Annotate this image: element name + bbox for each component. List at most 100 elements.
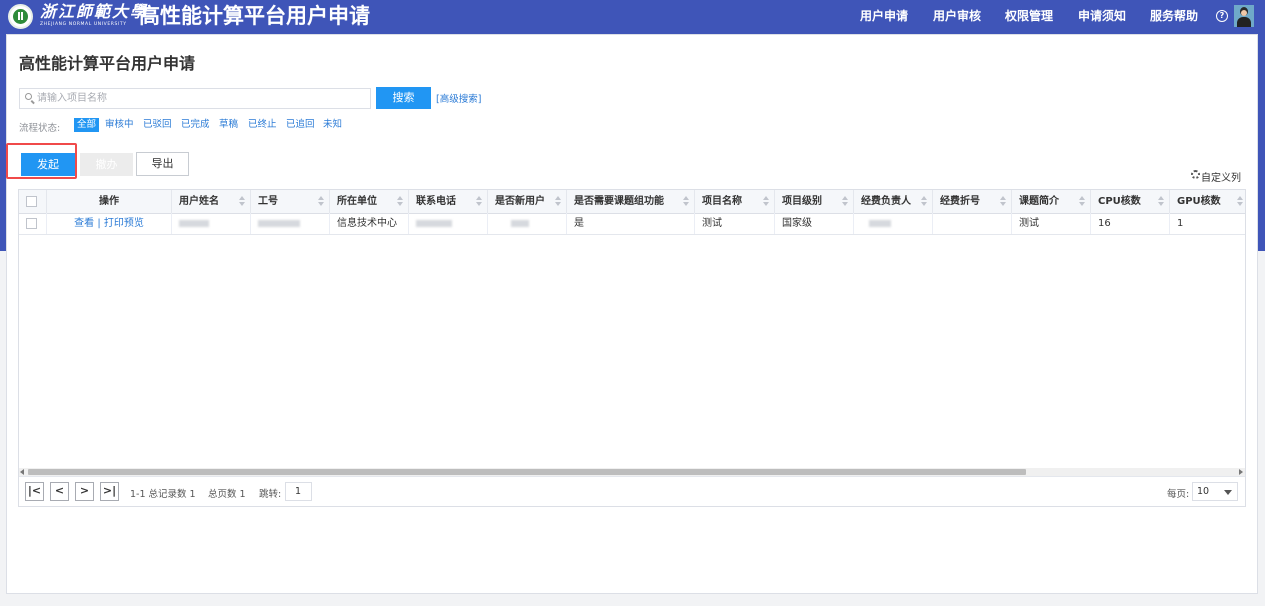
sort-icon[interactable] xyxy=(1158,196,1164,207)
per-page-label: 每页: xyxy=(1167,489,1190,500)
nav-user-review[interactable]: 用户审核 xyxy=(933,0,981,33)
redacted-value xyxy=(179,219,209,227)
scrollbar-thumb[interactable] xyxy=(28,469,1026,475)
column-header-staff-id[interactable]: 工号 xyxy=(251,190,330,213)
per-page-select[interactable]: 10 xyxy=(1192,482,1238,501)
gear-icon[interactable] xyxy=(1191,170,1200,179)
jump-label: 跳转: xyxy=(259,489,282,500)
sort-icon[interactable] xyxy=(318,196,324,207)
cell-project-level: 国家级 xyxy=(775,213,854,234)
table-row[interactable]: 查看 | 打印预览 信息技术中心 是 测试 国家级 测试 16 1 xyxy=(19,213,1245,235)
revoke-button[interactable]: 撤办 xyxy=(80,153,133,176)
column-header-phone[interactable]: 联系电话 xyxy=(409,190,488,213)
column-header-gpu[interactable]: GPU核数 xyxy=(1170,190,1245,213)
sort-icon[interactable] xyxy=(921,196,927,207)
sort-icon[interactable] xyxy=(555,196,561,207)
help-icon[interactable]: ? xyxy=(1216,10,1228,22)
search-button[interactable]: 搜索 xyxy=(376,87,431,109)
cell-budget-owner xyxy=(854,213,933,234)
filter-draft[interactable]: 草稿 xyxy=(219,118,238,132)
nav-service-help[interactable]: 服务帮助 xyxy=(1150,0,1198,33)
export-button[interactable]: 导出 xyxy=(136,152,189,176)
cell-gpu: 1 xyxy=(1170,213,1245,234)
filter-all[interactable]: 全部 xyxy=(74,118,100,132)
sort-icon[interactable] xyxy=(763,196,769,207)
sort-icon[interactable] xyxy=(1237,196,1243,207)
column-header-project-level[interactable]: 项目级别 xyxy=(775,190,854,213)
sort-icon[interactable] xyxy=(397,196,403,207)
cell-cpu: 16 xyxy=(1091,213,1170,234)
nav-application-notes[interactable]: 申请须知 xyxy=(1078,0,1126,33)
filter-label: 流程状态: xyxy=(19,123,61,134)
filter-recalled[interactable]: 已追回 xyxy=(286,118,315,132)
scroll-left-arrow-icon[interactable] xyxy=(20,469,24,475)
cell-new-user xyxy=(488,213,567,234)
select-all-cell xyxy=(19,190,47,213)
last-page-button[interactable]: >| xyxy=(100,482,119,501)
search-input[interactable] xyxy=(37,89,367,108)
column-header-needs-group[interactable]: 是否需要课题组功能 xyxy=(567,190,695,213)
nav-permission-management[interactable]: 权限管理 xyxy=(1005,0,1053,33)
data-table: 操作 用户姓名 工号 所在单位 联系电话 是否新用户 是否需要课题组功能 项目名… xyxy=(18,189,1246,507)
university-name: 浙江師範大學 xyxy=(40,2,149,21)
total-pages: 总页数 1 xyxy=(208,489,246,500)
print-preview-link[interactable]: 打印预览 xyxy=(104,218,144,229)
filter-rejected[interactable]: 已驳回 xyxy=(143,118,172,132)
redacted-value xyxy=(416,219,452,227)
cell-department: 信息技术中心 xyxy=(330,213,409,234)
chevron-down-icon xyxy=(1224,490,1232,495)
user-avatar[interactable] xyxy=(1234,5,1254,27)
redacted-value xyxy=(258,219,300,227)
redacted-value xyxy=(511,219,529,227)
sort-icon[interactable] xyxy=(842,196,848,207)
horizontal-scrollbar[interactable] xyxy=(19,468,1245,476)
sort-icon[interactable] xyxy=(1000,196,1006,207)
nav-user-application[interactable]: 用户申请 xyxy=(860,0,908,33)
row-checkbox[interactable] xyxy=(26,218,37,229)
previous-page-button[interactable]: < xyxy=(50,482,69,501)
filter-reviewing[interactable]: 审核中 xyxy=(105,118,134,132)
scroll-right-arrow-icon[interactable] xyxy=(1239,469,1243,475)
filter-unknown[interactable]: 未知 xyxy=(323,118,342,132)
action-separator: | xyxy=(97,218,101,229)
sort-icon[interactable] xyxy=(239,196,245,207)
column-header-user-name[interactable]: 用户姓名 xyxy=(172,190,251,213)
record-summary: 1-1 总记录数 1 xyxy=(130,489,196,500)
column-header-department[interactable]: 所在单位 xyxy=(330,190,409,213)
column-header-budget-owner[interactable]: 经费负责人 xyxy=(854,190,933,213)
sort-icon[interactable] xyxy=(683,196,689,207)
column-header-actions: 操作 xyxy=(47,190,172,213)
search-icon xyxy=(25,93,32,100)
sort-icon[interactable] xyxy=(1079,196,1085,207)
first-page-button[interactable]: |< xyxy=(25,482,44,501)
next-page-button[interactable]: > xyxy=(75,482,94,501)
row-select-cell xyxy=(19,213,47,234)
cell-project-name: 测试 xyxy=(695,213,775,234)
cell-user-name xyxy=(172,213,251,234)
start-button[interactable]: 发起 xyxy=(21,153,75,176)
view-link[interactable]: 查看 xyxy=(74,218,94,229)
custom-columns-link[interactable]: 自定义列 xyxy=(1201,169,1241,184)
jump-page-input[interactable]: 1 xyxy=(285,482,312,501)
university-logo-icon[interactable] xyxy=(8,4,33,29)
redacted-value xyxy=(869,219,891,227)
column-header-new-user[interactable]: 是否新用户 xyxy=(488,190,567,213)
cell-intro: 测试 xyxy=(1012,213,1091,234)
column-header-project-name[interactable]: 项目名称 xyxy=(695,190,775,213)
select-all-checkbox[interactable] xyxy=(26,196,37,207)
page-title: 高性能计算平台用户申请 xyxy=(19,54,196,73)
column-header-budget-number[interactable]: 经费折号 xyxy=(933,190,1012,213)
cell-phone xyxy=(409,213,488,234)
column-header-cpu[interactable]: CPU核数 xyxy=(1091,190,1170,213)
row-actions-cell: 查看 | 打印预览 xyxy=(47,213,172,234)
filter-completed[interactable]: 已完成 xyxy=(181,118,210,132)
advanced-search-link[interactable]: [高级搜索] xyxy=(436,91,481,105)
filter-terminated[interactable]: 已终止 xyxy=(248,118,277,132)
app-title: 高性能计算平台用户申请 xyxy=(139,4,370,28)
column-header-intro[interactable]: 课题简介 xyxy=(1012,190,1091,213)
table-header-row: 操作 用户姓名 工号 所在单位 联系电话 是否新用户 是否需要课题组功能 项目名… xyxy=(19,190,1245,214)
cell-budget-number xyxy=(933,213,1012,234)
pagination-bar: |< < > >| 1-1 总记录数 1 总页数 1 跳转: 1 每页: 10 xyxy=(19,476,1245,506)
sort-icon[interactable] xyxy=(476,196,482,207)
search-box xyxy=(19,88,371,109)
